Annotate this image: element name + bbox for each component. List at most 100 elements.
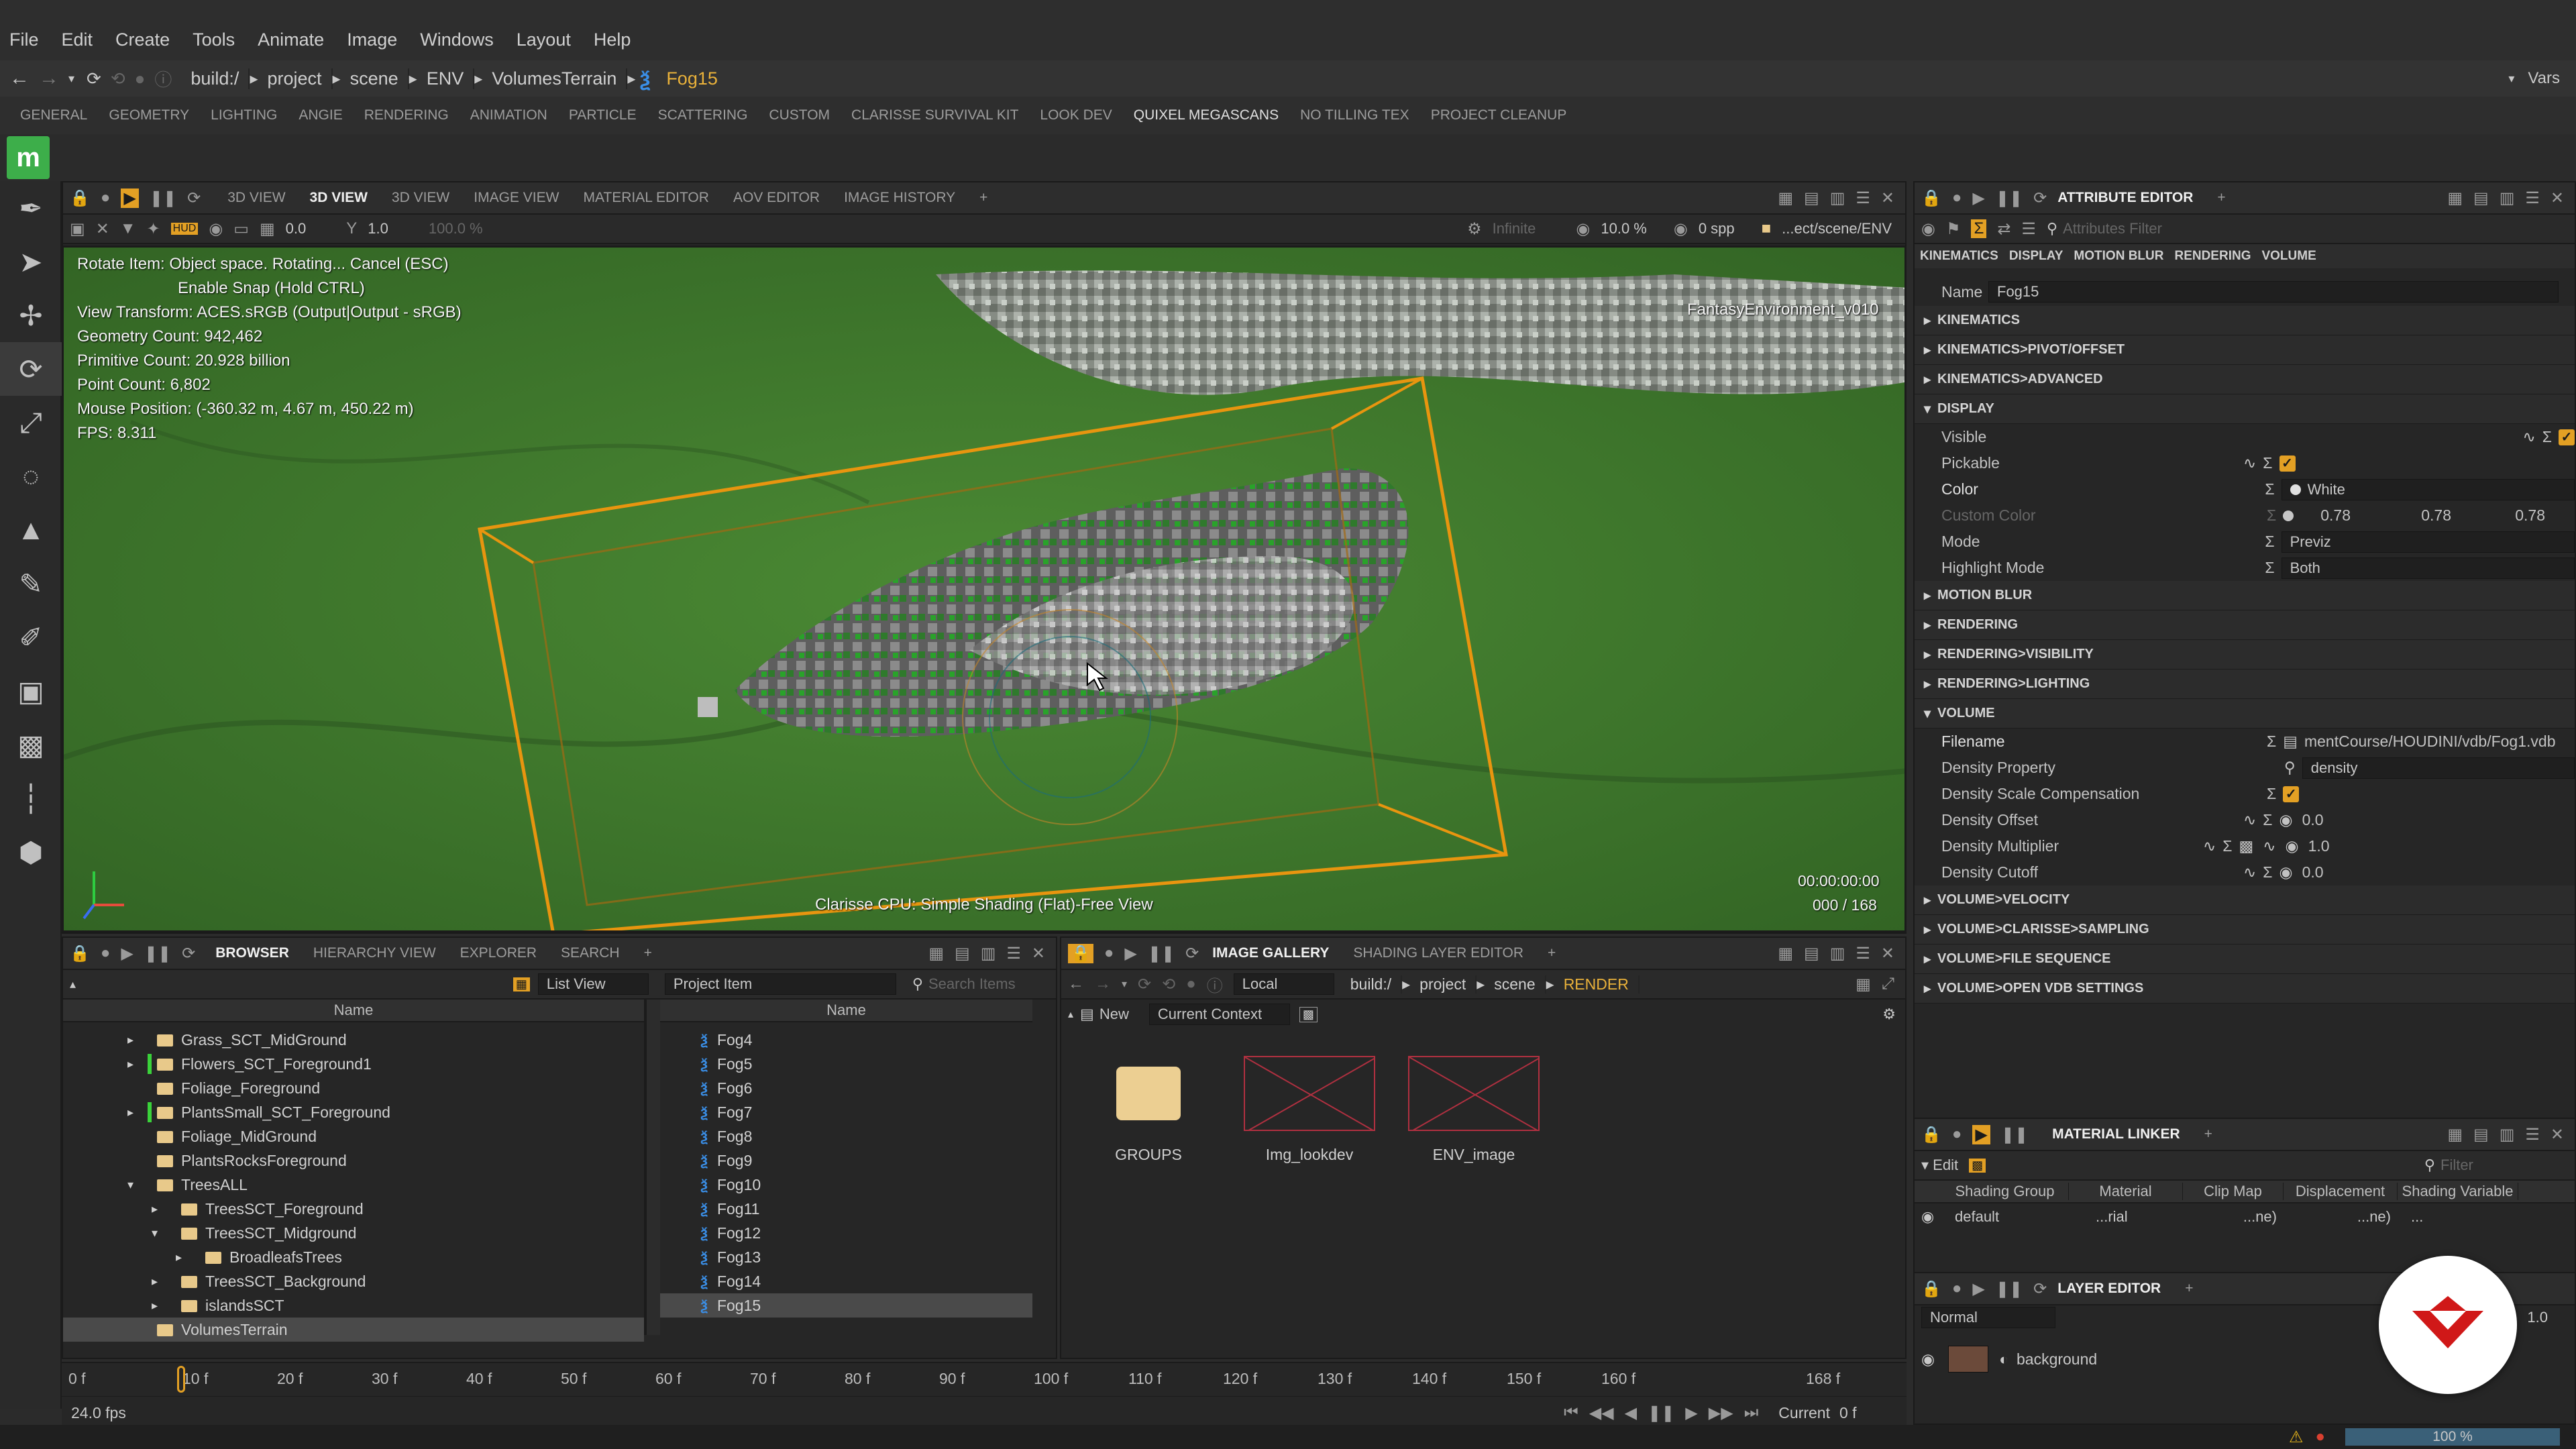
play-icon[interactable]: ▶ (1972, 1279, 1984, 1299)
stop-icon[interactable]: ❚❚ (1648, 1403, 1674, 1423)
sigma-icon[interactable]: Σ (1971, 219, 1987, 238)
sigma-icon[interactable]: Σ (2263, 811, 2272, 829)
mode-dropdown[interactable]: Previz (2281, 531, 2575, 553)
tab-add[interactable]: + (1548, 945, 1556, 961)
scale-icon[interactable]: ⤢ (0, 396, 62, 449)
stop-icon[interactable]: ● (135, 68, 146, 89)
dropdown-icon[interactable]: ▾ (68, 72, 74, 86)
gallery-breadcrumb-current[interactable]: RENDER (1554, 975, 1640, 994)
layout-grid-icon[interactable]: ▦ (928, 944, 944, 963)
displacement-cell[interactable]: ...ne) (2277, 1208, 2391, 1226)
render-settings-icon[interactable]: ⚙ (1467, 219, 1482, 239)
density-multiplier-input[interactable]: 1.0 (2308, 837, 2330, 855)
layout-menu-icon[interactable]: ☰ (1856, 189, 1870, 208)
gallery-breadcrumb-item[interactable]: build:/ (1341, 975, 1403, 994)
refresh-icon[interactable]: ⟳ (182, 944, 195, 963)
spp-icon[interactable]: ◉ (1674, 219, 1688, 239)
density-scale-checkbox[interactable]: ✓ (2283, 786, 2300, 802)
attr-subtab-display[interactable]: DISPLAY (2009, 249, 2063, 264)
browse-icon[interactable]: ▤ (2283, 733, 2298, 751)
chevron-right-icon[interactable]: ▸ (1477, 975, 1485, 994)
link-icon[interactable]: ⇄ (1997, 219, 2010, 239)
play-icon[interactable]: ▶ (121, 944, 133, 963)
breadcrumb-item-build[interactable]: build:/ (181, 68, 250, 89)
menu-item-windows[interactable]: Windows (420, 30, 494, 50)
flag-icon[interactable]: ⚑ (1946, 219, 1961, 239)
camera-icon[interactable]: ▣ (70, 219, 85, 239)
shelf-tab-geometry[interactable]: GEOMETRY (109, 107, 189, 123)
next-key-icon[interactable]: ▶▶ (1709, 1403, 1733, 1423)
tab-layer-editor[interactable]: LAYER EDITOR (2057, 1281, 2161, 1297)
settings-icon[interactable]: ⚙ (1882, 1006, 1896, 1023)
menu-item-layout[interactable]: Layout (517, 30, 571, 50)
sigma-icon[interactable]: Σ (2542, 428, 2552, 446)
expand-arrow-icon[interactable]: ▸ (127, 1106, 148, 1120)
link-icon[interactable]: ∿ (2263, 837, 2275, 855)
shelf-tab-no-tilling-tex[interactable]: NO TILLING TEX (1300, 107, 1409, 123)
pause-icon[interactable]: ❚❚ (2001, 1125, 2028, 1144)
eyedropper-icon[interactable]: ✒ (0, 181, 62, 235)
tab-material-linker[interactable]: MATERIAL LINKER (2052, 1126, 2180, 1142)
texture-icon[interactable]: ▩ (2239, 837, 2254, 855)
menu-item-file[interactable]: File (9, 30, 39, 50)
forward-icon[interactable]: → (1095, 975, 1111, 994)
filename-input[interactable]: mentCourse/HOUDINI/vdb/Fog1.vdb (2304, 733, 2556, 751)
breadcrumb-item-project[interactable]: project (258, 68, 333, 89)
eye-icon[interactable]: ◉ (1576, 219, 1590, 239)
menu-item-edit[interactable]: Edit (62, 30, 93, 50)
project-item-dropdown[interactable]: Project Item (664, 973, 896, 995)
expand-arrow-icon[interactable]: ▸ (127, 1057, 148, 1071)
prev-key-icon[interactable]: ◀◀ (1589, 1403, 1614, 1423)
column-shading-group[interactable]: Shading Group (1941, 1183, 2069, 1200)
shelf-tab-angie[interactable]: ANGIE (299, 107, 342, 123)
list-item[interactable]: ѯ Fog8 (660, 1124, 1032, 1148)
shelf-tab-particle[interactable]: PARTICLE (569, 107, 637, 123)
breadcrumb-current[interactable]: Fog15 (657, 68, 727, 89)
snap-icon[interactable]: ✦ (147, 219, 160, 239)
tree-row[interactable]: Foliage_Foreground (63, 1076, 644, 1100)
pause-icon[interactable]: ❚❚ (1996, 189, 2023, 208)
info-icon[interactable]: ⓘ (1207, 973, 1223, 996)
pause-icon[interactable]: ❚❚ (1148, 944, 1175, 963)
section-volume-file-sequence[interactable]: ▸ VOLUME>FILE SEQUENCE (1915, 945, 2575, 974)
hud-icon[interactable]: HUD (170, 223, 199, 235)
refresh-icon[interactable]: ⟳ (1185, 944, 1199, 963)
expand-icon[interactable]: ⤢ (1882, 975, 1894, 994)
tree-row[interactable]: ▸ TreesSCT_Background (63, 1269, 644, 1293)
section-rendering[interactable]: ▸ RENDERING (1915, 610, 2575, 640)
attr-subtab-volume[interactable]: VOLUME (2261, 249, 2316, 264)
tab-browser[interactable]: BROWSER (215, 945, 289, 961)
breadcrumb-item-volumesterrain[interactable]: VolumesTerrain (482, 68, 628, 89)
layout-menu-icon[interactable]: ☰ (1856, 944, 1870, 963)
sigma-icon[interactable]: Σ (2222, 837, 2232, 855)
filter-input[interactable]: Filter (2440, 1157, 2575, 1174)
layout-grid-icon[interactable]: ▦ (1778, 944, 1793, 963)
section-volume-velocity[interactable]: ▸ VOLUME>VELOCITY (1915, 885, 2575, 915)
measure-icon[interactable]: ┆ (0, 771, 62, 825)
chevron-right-icon[interactable]: ▸ (409, 69, 417, 89)
tree-row[interactable]: ▸ Grass_SCT_MidGround (63, 1028, 644, 1052)
swatch-icon[interactable] (2283, 510, 2294, 521)
gallery-item-groups[interactable]: GROUPS (1081, 1056, 1216, 1164)
view-icon[interactable]: ◉ (1921, 219, 1935, 239)
lock-icon[interactable]: 🔒 (1921, 1125, 1941, 1144)
shelf-tab-clarisse-survival-kit[interactable]: CLARISSE SURVIVAL KIT (851, 107, 1018, 123)
back-icon[interactable]: ← (1068, 975, 1084, 994)
density-cutoff-input[interactable]: 0.0 (2302, 863, 2324, 881)
close-icon[interactable]: ✕ (1032, 944, 1045, 963)
list-item[interactable]: ѯ Fog4 (660, 1028, 1032, 1052)
record-icon[interactable]: ● (1952, 189, 1962, 207)
layout-menu-icon[interactable]: ☰ (2525, 1125, 2540, 1144)
search-icon[interactable]: ⚲ (2284, 759, 2296, 777)
chevron-right-icon[interactable]: ▸ (1402, 975, 1410, 994)
context-path[interactable]: ...ect/scene/ENV (1782, 220, 1892, 237)
tree-row[interactable]: ▸ Flowers_SCT_Foreground1 (63, 1052, 644, 1076)
section-display[interactable]: ▾ DISPLAY (1915, 394, 2575, 424)
list-item[interactable]: ѯ Fog11 (660, 1197, 1032, 1221)
tab-image-history[interactable]: IMAGE HISTORY (844, 190, 955, 206)
sampling-percent[interactable]: 10.0 % (1601, 220, 1647, 237)
shelf-tab-rendering[interactable]: RENDERING (364, 107, 449, 123)
tab-add[interactable]: + (979, 190, 987, 206)
shelf-tab-look-dev[interactable]: LOOK DEV (1040, 107, 1112, 123)
name-input[interactable]: Fog15 (1988, 281, 2559, 303)
